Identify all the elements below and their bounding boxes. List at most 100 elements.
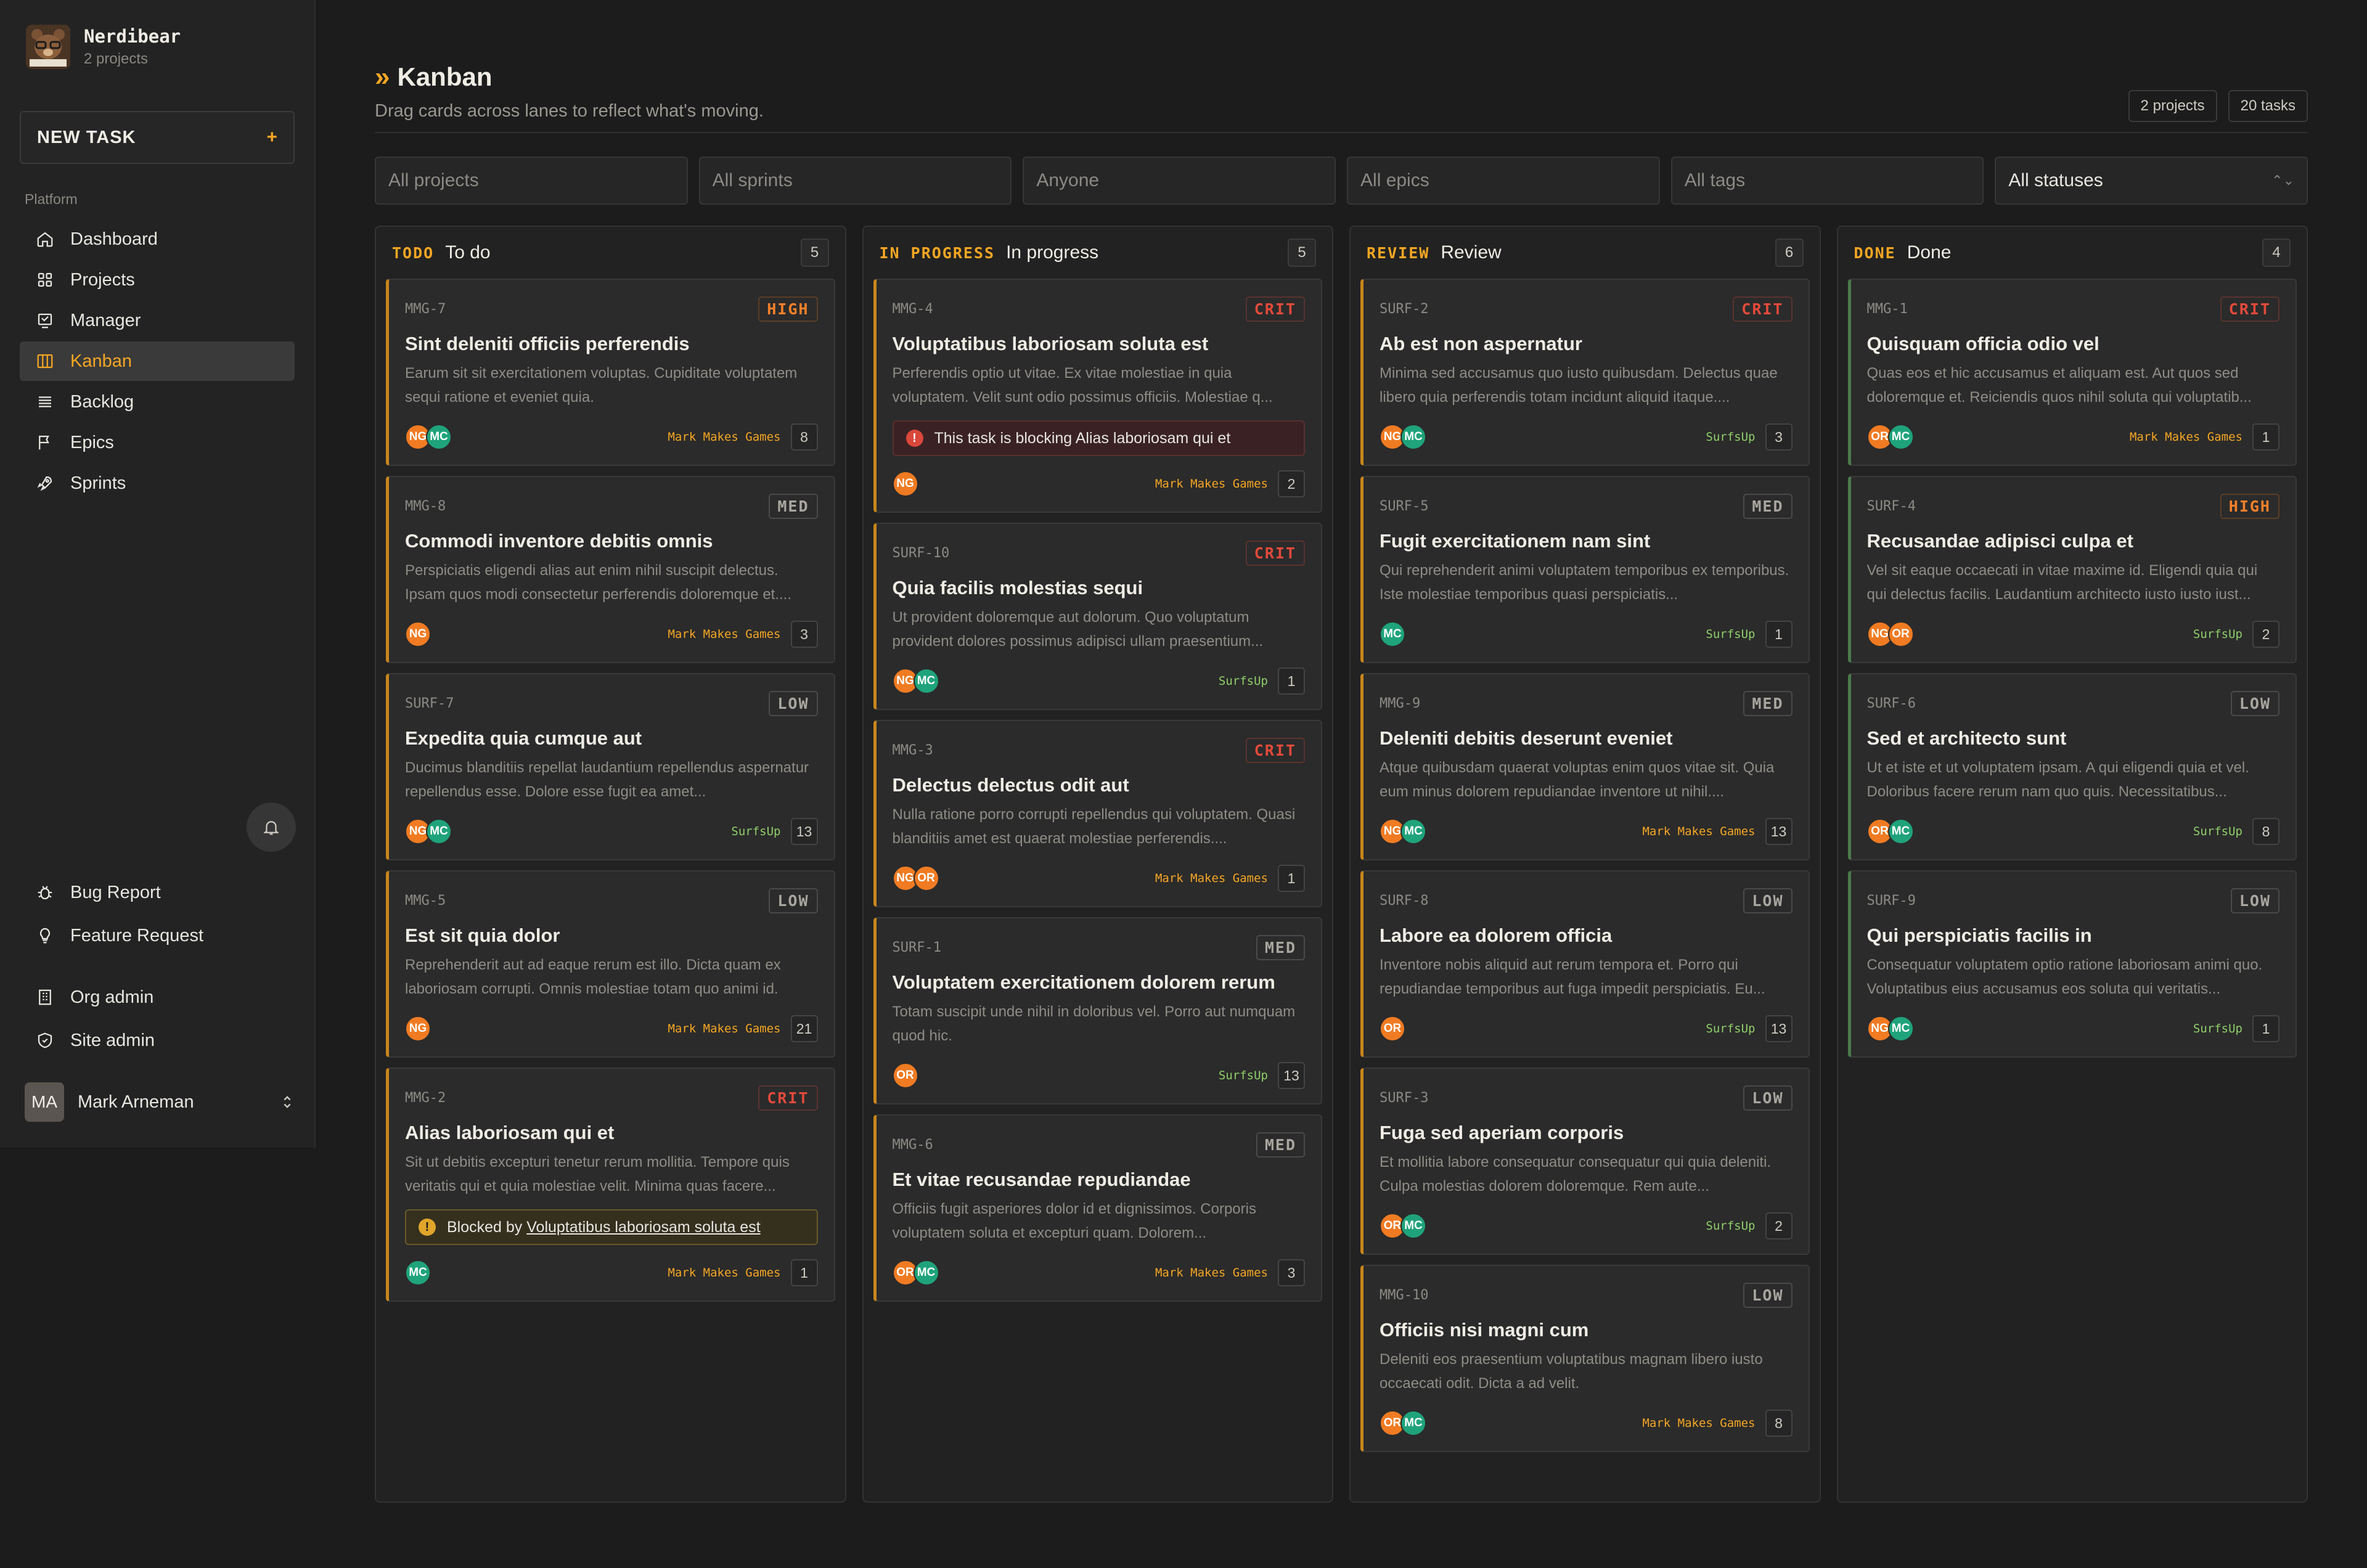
priority-badge: CRIT [1733,296,1793,322]
sidebar-item-sprints[interactable]: Sprints [20,463,295,503]
assignee-avatar[interactable]: MC [426,424,452,450]
task-card[interactable]: MMG-5 LOW Est sit quia dolor Reprehender… [386,870,835,1058]
project-tag: SurfsUp [2193,627,2242,641]
sidebar-item-manager[interactable]: Manager [20,301,295,340]
task-card[interactable]: MMG-8 MED Commodi inventore debitis omni… [386,476,835,663]
assignee-list: NG OR [1866,621,2193,647]
assignee-avatar[interactable]: MC [426,819,452,844]
assignee-avatar[interactable]: OR [913,865,939,891]
main-nav: Dashboard Projects Manager Kanban Backlo… [20,219,295,504]
assignee-avatar[interactable]: MC [1400,1213,1426,1239]
lane-name: Review [1441,242,1502,263]
assignee-list: OR MC [1866,424,2130,450]
priority-badge: LOW [1743,888,1793,913]
task-card[interactable]: SURF-9 LOW Qui perspiciatis facilis in C… [1847,870,2297,1058]
lane-review: REVIEW Review 6 SURF-2 CRIT Ab est non a… [1349,226,1821,1503]
task-card[interactable]: MMG-3 CRIT Delectus delectus odit aut Nu… [873,720,1322,907]
task-card[interactable]: SURF-8 LOW Labore ea dolorem officia Inv… [1360,870,1810,1058]
task-title: Et vitae recusandae repudiandae [892,1169,1191,1190]
task-card[interactable]: MMG-7 HIGH Sint deleniti officiis perfer… [386,279,835,466]
assignee-avatar[interactable]: NG [892,471,918,497]
sidebar-item-site-admin[interactable]: Site admin [20,1019,295,1061]
task-card[interactable]: MMG-1 CRIT Quisquam officia odio vel Qua… [1847,279,2297,466]
task-description: Inventore nobis aliquid aut rerum tempor… [1380,957,1765,997]
blocker-notice[interactable]: ! Blocked by Voluptatibus laboriosam sol… [405,1209,818,1245]
task-description: Officiis fugit asperiores dolor id et di… [892,1201,1256,1241]
lane-header: IN PROGRESS In progress 5 [873,227,1323,279]
task-id: SURF-8 [1380,892,1429,909]
task-title: Voluptatibus laboriosam soluta est [892,333,1209,354]
task-card[interactable]: MMG-2 CRIT Alias laboriosam qui et Sit u… [386,1068,835,1302]
columns-icon [37,354,53,369]
assignee-avatar[interactable]: OR [892,1063,918,1088]
bug-icon [38,886,52,900]
assignee-avatar[interactable]: MC [1380,621,1405,647]
assignee-avatar[interactable]: MC [1887,819,1914,844]
status-select[interactable]: All statuses ⌃⌄ [1995,157,2308,205]
task-card[interactable]: SURF-4 HIGH Recusandae adipisci culpa et… [1847,476,2297,663]
assignee-avatar[interactable]: NG [405,1016,431,1042]
assignee-avatar[interactable]: MC [913,1260,939,1286]
sidebar-item-kanban[interactable]: Kanban [20,341,295,381]
task-card[interactable]: MMG-4 CRIT Voluptatibus laboriosam solut… [873,279,1322,513]
blocker-link[interactable]: Voluptatibus laboriosam soluta est [526,1219,760,1236]
story-points-badge: 13 [1765,818,1793,845]
sidebar-item-projects[interactable]: Projects [20,260,295,300]
priority-badge: MED [1256,934,1305,960]
task-card[interactable]: MMG-6 MED Et vitae recusandae repudianda… [873,1114,1322,1302]
task-card[interactable]: SURF-1 MED Voluptatem exercitationem dol… [873,917,1322,1105]
task-card[interactable]: SURF-2 CRIT Ab est non aspernatur Minima… [1360,279,1810,466]
assignee-avatar[interactable]: MC [1887,1016,1914,1042]
assignee-avatar[interactable]: OR [1887,621,1914,647]
tag-filter[interactable]: All tags [1670,157,1984,205]
page-title: Kanban [397,62,493,91]
project-filter[interactable]: All projects [375,157,688,205]
task-title: Recusandae adipisci culpa et [1866,530,2133,552]
user-menu[interactable]: MA Mark Arneman [25,1082,296,1122]
sidebar-item-dashboard[interactable]: Dashboard [20,219,295,259]
blocker-prefix: This task is blocking Alias laboriosam q… [934,429,1231,447]
sidebar-item-bug-report[interactable]: Bug Report [20,872,295,913]
assignee-avatar[interactable]: MC [1887,424,1914,450]
sidebar-item-epics[interactable]: Epics [20,423,295,462]
task-title: Labore ea dolorem officia [1380,925,1613,946]
lane-progress: IN PROGRESS In progress 5 MMG-4 CRIT Vol… [862,226,1333,1503]
task-title: Ab est non aspernatur [1380,333,1582,354]
assignee-filter[interactable]: Anyone [1023,157,1336,205]
task-card[interactable]: SURF-10 CRIT Quia facilis molestias sequ… [873,523,1322,710]
story-points-badge: 1 [790,1259,818,1286]
task-card[interactable]: SURF-6 LOW Sed et architecto sunt Ut et … [1847,673,2297,860]
sidebar-item-org-admin[interactable]: Org admin [20,976,295,1018]
assignee-list: NG MC [1380,819,1642,844]
task-card[interactable]: SURF-7 LOW Expedita quia cumque aut Duci… [386,673,835,860]
assignee-avatar[interactable]: NG [405,621,431,647]
notifications-button[interactable] [247,802,296,852]
new-task-label: NEW TASK [37,127,136,147]
assignee-avatar[interactable]: MC [405,1260,431,1286]
assignee-avatar[interactable]: MC [1400,1410,1426,1436]
task-card[interactable]: MMG-9 MED Deleniti debitis deserunt even… [1360,673,1810,860]
grid-icon [38,272,52,287]
sidebar-item-backlog[interactable]: Backlog [20,382,295,422]
task-card[interactable]: SURF-3 LOW Fuga sed aperiam corporis Et … [1360,1068,1810,1255]
task-id: MMG-6 [892,1137,933,1153]
task-description: Quas eos et hic accusamus et aliquam est… [1866,365,2252,406]
assignee-avatar[interactable]: OR [1380,1016,1405,1042]
task-id: SURF-4 [1866,498,1916,514]
assignee-avatar[interactable]: MC [1400,424,1426,450]
sprint-filter[interactable]: All sprints [698,157,1012,205]
brand[interactable]: Nerdibear 2 projects [26,25,181,69]
epic-filter[interactable]: All epics [1347,157,1660,205]
sidebar-item-label: Sprints [70,473,126,493]
rocket-icon [37,476,52,491]
project-tag: Mark Makes Games [668,1022,781,1035]
project-tag: Mark Makes Games [1155,1266,1268,1280]
assignee-avatar[interactable]: MC [1400,819,1426,844]
priority-badge: CRIT [1245,296,1305,322]
new-task-button[interactable]: NEW TASK + [20,111,295,164]
task-card[interactable]: MMG-10 LOW Officiis nisi magni cum Delen… [1360,1265,1810,1452]
task-id: MMG-8 [405,498,446,514]
sidebar-item-feature-request[interactable]: Feature Request [20,915,295,957]
assignee-avatar[interactable]: MC [913,668,939,694]
task-card[interactable]: SURF-5 MED Fugit exercitationem nam sint… [1360,476,1810,663]
